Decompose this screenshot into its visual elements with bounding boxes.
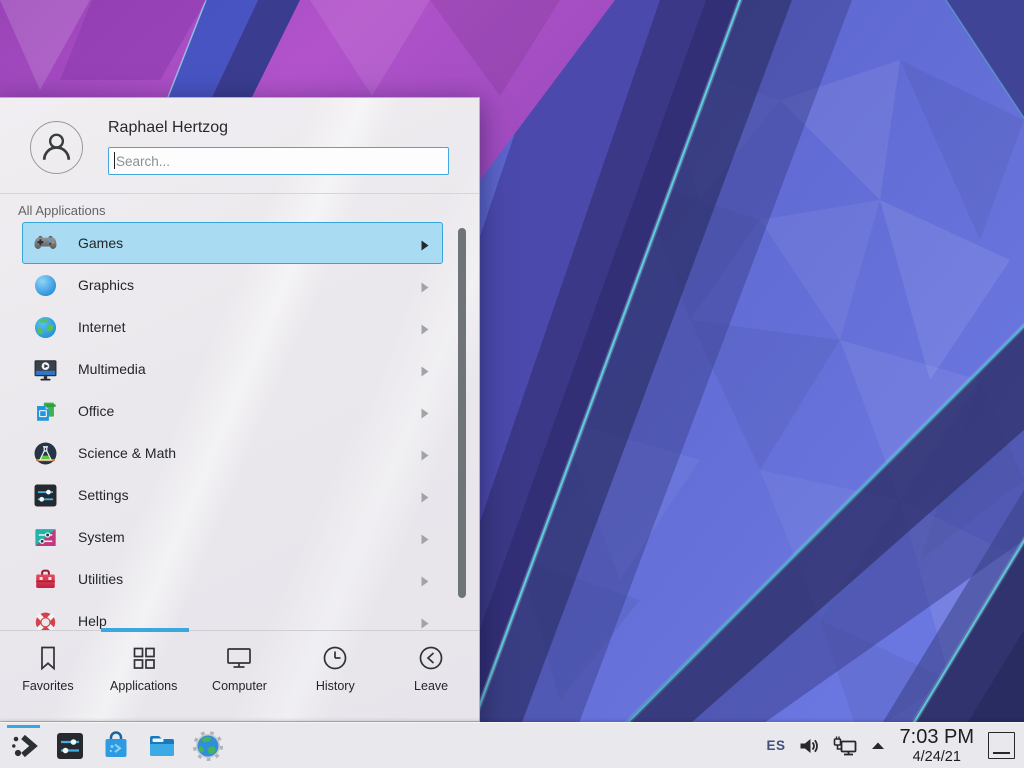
application-launcher-menu: Raphael Hertzog All Applications Games <box>0 97 480 722</box>
application-launcher-button[interactable] <box>7 725 41 767</box>
history-clock-icon <box>321 644 349 672</box>
menu-item-label: Graphics <box>78 277 134 293</box>
menu-item-utilities[interactable]: Utilities <box>22 558 443 600</box>
lifebuoy-icon <box>32 608 59 631</box>
computer-icon <box>225 644 253 672</box>
network-icon[interactable] <box>832 735 858 757</box>
submenu-arrow-icon <box>421 238 429 249</box>
tab-leave[interactable]: Leave <box>383 644 479 721</box>
submenu-arrow-icon <box>421 574 429 585</box>
volume-icon[interactable] <box>798 736 820 756</box>
globe-icon <box>32 314 59 341</box>
menu-item-system[interactable]: System <box>22 516 443 558</box>
tray-expander-arrow-icon[interactable] <box>870 740 886 751</box>
launcher-footer: Favorites Applications Computer <box>0 630 479 721</box>
user-avatar[interactable] <box>30 121 83 174</box>
menu-item-games[interactable]: Games <box>22 222 443 264</box>
launcher-header: Raphael Hertzog <box>0 98 479 194</box>
web-browser-button[interactable] <box>191 725 225 767</box>
folder-icon <box>146 730 178 762</box>
menu-item-label: Utilities <box>78 571 123 587</box>
search-input[interactable] <box>108 147 449 175</box>
system-settings-button[interactable] <box>53 725 87 767</box>
menu-item-internet[interactable]: Internet <box>22 306 443 348</box>
show-desktop-button[interactable] <box>988 732 1015 759</box>
menu-item-label: Settings <box>78 487 129 503</box>
tab-applications[interactable]: Applications <box>96 644 192 721</box>
flask-icon <box>32 440 59 467</box>
taskbar-panel: ES 7:03 PM <box>0 722 1024 768</box>
menu-item-graphics[interactable]: Graphics <box>22 264 443 306</box>
menu-item-label: Internet <box>78 319 125 335</box>
section-label-all-applications: All Applications <box>0 194 479 221</box>
tab-favorites[interactable]: Favorites <box>0 644 96 721</box>
submenu-arrow-icon <box>421 280 429 291</box>
kickoff-launcher-icon <box>8 730 40 762</box>
app-grid-icon <box>130 644 158 672</box>
submenu-arrow-icon <box>421 406 429 417</box>
system-tray: ES 7:03 PM <box>767 727 1024 765</box>
clock-date: 4/24/21 <box>900 750 974 765</box>
leave-icon <box>417 644 445 672</box>
tab-label: Favorites <box>22 679 73 693</box>
menu-item-help[interactable]: Help <box>22 600 443 630</box>
menu-item-label: Office <box>78 403 114 419</box>
active-tab-indicator <box>101 628 189 632</box>
system-settings-icon <box>54 730 86 762</box>
menu-item-label: Games <box>78 235 123 251</box>
submenu-arrow-icon <box>421 532 429 543</box>
menu-item-label: Help <box>78 613 107 629</box>
menu-item-settings[interactable]: Settings <box>22 474 443 516</box>
gamepad-icon <box>32 230 59 257</box>
submenu-arrow-icon <box>421 364 429 375</box>
menu-item-multimedia[interactable]: Multimedia <box>22 348 443 390</box>
menu-item-label: System <box>78 529 125 545</box>
menu-item-label: Science & Math <box>78 445 176 461</box>
submenu-arrow-icon <box>421 616 429 627</box>
text-cursor <box>114 152 115 169</box>
file-manager-button[interactable] <box>145 725 179 767</box>
digital-clock[interactable]: 7:03 PM 4/24/21 <box>898 727 976 765</box>
system-sliders-icon <box>32 524 59 551</box>
submenu-arrow-icon <box>421 322 429 333</box>
user-avatar-icon <box>31 122 82 173</box>
category-list: Games Graphics <box>0 221 479 630</box>
tab-history[interactable]: History <box>287 644 383 721</box>
tab-computer[interactable]: Computer <box>192 644 288 721</box>
submenu-arrow-icon <box>421 490 429 501</box>
sliders-icon <box>32 482 59 509</box>
submenu-arrow-icon <box>421 448 429 459</box>
menu-item-office[interactable]: Office <box>22 390 443 432</box>
clock-time: 7:03 PM <box>900 727 974 747</box>
tab-label: History <box>316 679 355 693</box>
discover-software-button[interactable] <box>99 725 133 767</box>
discover-bag-icon <box>100 730 132 762</box>
tab-label: Applications <box>110 679 177 693</box>
tab-label: Computer <box>212 679 267 693</box>
keyboard-layout-indicator[interactable]: ES <box>767 738 786 753</box>
tab-label: Leave <box>414 679 448 693</box>
documents-icon <box>32 398 59 425</box>
menu-item-label: Multimedia <box>78 361 146 377</box>
sphere-icon <box>32 272 59 299</box>
menu-item-science-math[interactable]: Science & Math <box>22 432 443 474</box>
toolbox-icon <box>32 566 59 593</box>
media-monitor-icon <box>32 356 59 383</box>
user-name: Raphael Hertzog <box>108 119 228 137</box>
bookmark-icon <box>34 644 62 672</box>
browser-globe-icon <box>192 730 224 762</box>
list-scrollbar[interactable] <box>458 228 466 598</box>
